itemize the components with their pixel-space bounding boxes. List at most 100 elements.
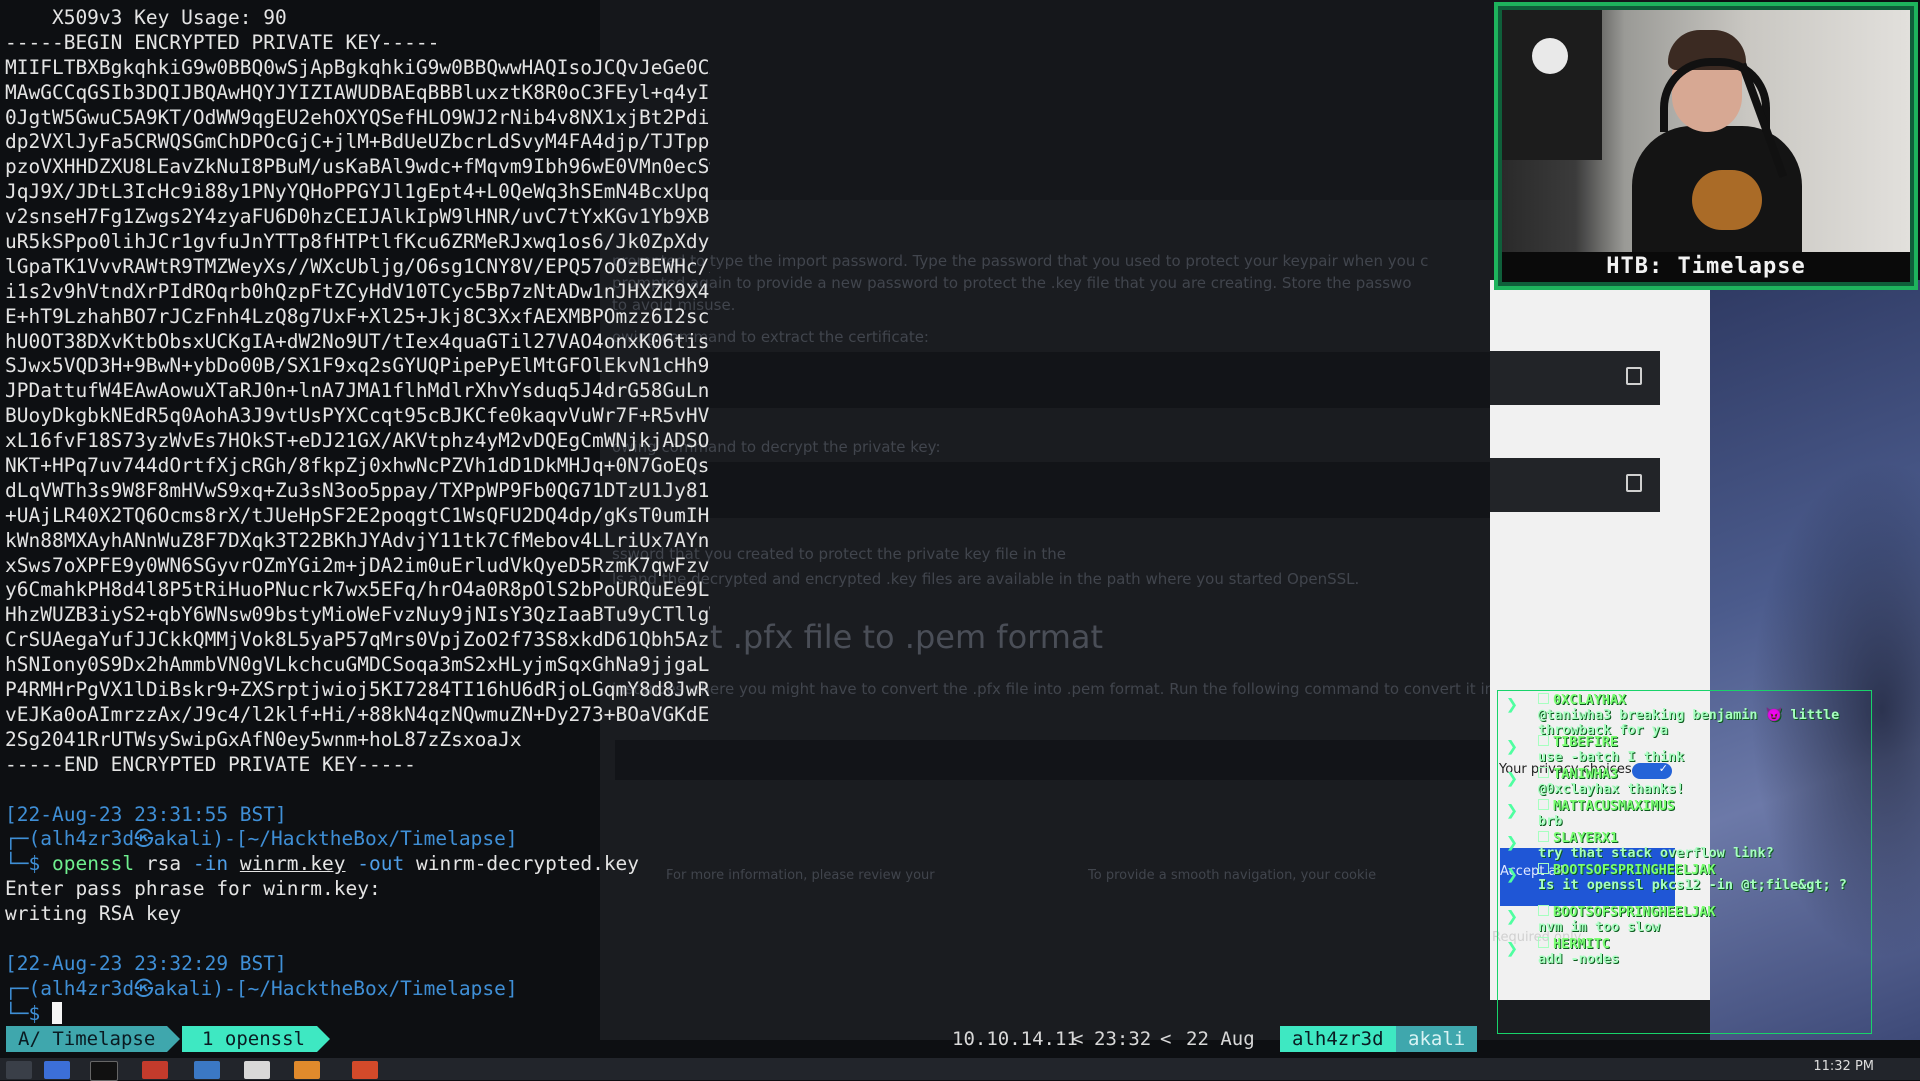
terminal-line: i1s2v9hVtndXrPIdROqrb0hQzpFtZCyHdV10TCyc…: [5, 280, 710, 305]
command-arg: [228, 852, 240, 875]
terminal-line: X509v3 Key Usage: 90: [5, 6, 710, 31]
terminal-line: kWn88MXAyhANnWuZ8F7DXqk3T22BKhJYAdvjY11t…: [5, 529, 710, 554]
burpsuite-icon[interactable]: [294, 1061, 320, 1079]
terminal-text: HhzWUZB3iyS2+qbY6WNsw09bstyMioWeFvzNuy9j…: [5, 603, 710, 627]
workspace-icon[interactable]: [44, 1061, 70, 1079]
chevron-right-icon: ❯: [1506, 766, 1519, 790]
stream-title: HTB: Timelapse: [1502, 252, 1910, 282]
tmux-window-tab-active[interactable]: 1 openssl: [182, 1026, 330, 1052]
status-ip: 10.10.14.11: [952, 1028, 1078, 1050]
terminal-text: +UAjLR40X2TQ6Ocms8rX/tJUeHpSF2E2poqgtC1W…: [5, 503, 710, 527]
chat-text: try that stack overflow link?: [1538, 845, 1774, 861]
terminal-line: vEJKa0oAImrzzAx/J9c4/l2klf+Hi/+88kN4qzNQ…: [5, 703, 710, 728]
terminal-window[interactable]: X509v3 Key Usage: 90 -----BEGIN ENCRYPTED…: [0, 0, 710, 1040]
terminal-line: xL16fvF18S73yzWvEs7HOkST+eDJ21GX/AKVtphz…: [5, 429, 710, 454]
terminal-text: hU0OT38DXvKtbObsxUCKgIA+dW2No9UT/tIex4qu…: [5, 329, 710, 353]
terminal-text: BUoyDkgbkNEdR5q0AohA3J9vtUsPYXCcqt95cBJK…: [5, 404, 710, 428]
terminal-text: 0JgtW5GwuC5A9KT/OdWW9qgEU2ehOXYQSefHLO9W…: [5, 105, 710, 129]
terminal-line: E+hT9LzhahBO7rJCzFnh4LzQ8g7UxF+Xl25+Jkj8…: [5, 305, 710, 330]
terminal-line: pzoVXHHDZXU8LEavZkNuI8PBuM/usKaBAl9wdc+f…: [5, 155, 710, 180]
terminal-text: -----BEGIN ENCRYPTED PRIVATE KEY-----: [5, 30, 440, 54]
terminal-line: [22-Aug-23 23:32:29 BST]: [5, 952, 710, 977]
terminal-text: uR5kSPpo0lihJCr1gvfuJnYTTp8fHTPtlfKcu6ZR…: [5, 230, 710, 254]
chat-username-text: 0XCLAYHAX: [1553, 692, 1627, 708]
chat-message: ❯ BOOTSOFSPRINGHEELJAK Is it openssl pkcs1…: [1506, 863, 1866, 893]
terminal-line: P4RMHrPgVX1lDiBskr9+ZXSrptjwioj5KI7284TI…: [5, 678, 710, 703]
terminal-line: y6CmahkPH8d4l8P5tRiHuoPNucrk7wx5EFq/hrO4…: [5, 578, 710, 603]
copy-icon[interactable]: [1626, 367, 1642, 385]
terminal-text: kWn88MXAyhANnWuZ8F7DXqk3T22BKhJYAdvjY11t…: [5, 528, 710, 552]
terminal-text: i1s2v9hVtndXrPIdROqrb0hQzpFtZCyHdV10TCyc…: [5, 279, 710, 303]
cookie-text: To provide a smooth navigation, your coo…: [1088, 868, 1377, 883]
terminal-text: vEJKa0oAImrzzAx/J9c4/l2klf+Hi/+88kN4qzNQ…: [5, 702, 710, 726]
chat-badge-icon: [1538, 937, 1549, 948]
chat-badge-icon: [1538, 831, 1549, 842]
status-date: 22 Aug: [1186, 1028, 1255, 1050]
status-host: akali: [1396, 1026, 1478, 1052]
chat-badge-icon: [1538, 767, 1549, 778]
terminal-line: lGpaTK1VvvRAWtR9TMZWeyXs//WXcUbljg/O6sg1…: [5, 255, 710, 280]
terminal-line: hU0OT38DXvKtbObsxUCKgIA+dW2No9UT/tIex4qu…: [5, 330, 710, 355]
terminal-line: [22-Aug-23 23:31:55 BST]: [5, 803, 710, 828]
terminal-line: xSws7oXPFE9y0WN6SGyvrOZmYGi2m+jDA2im0uEr…: [5, 554, 710, 579]
terminal-text: CrSUAegaYufJJCkkQMMjVok8L5yaP57qMrs0VpjZ…: [5, 628, 710, 652]
skull-icon: [1532, 38, 1568, 74]
chat-username-text: BOOTSOFSPRINGHEELJAK: [1553, 904, 1716, 920]
crt-icon[interactable]: [142, 1061, 168, 1079]
chevron-right-icon: ❯: [1506, 798, 1519, 822]
status-separator: <: [1072, 1028, 1084, 1050]
chat-text: @0xclayhax thanks!: [1538, 781, 1685, 797]
status-time: 23:32: [1094, 1028, 1152, 1050]
chat-message: ❯ TANIWHA3 @0xclayhax thanks!: [1506, 767, 1866, 797]
terminal-line: NKT+HPq7uv744dOrtfXjcRGh/8fkpZj0xhwNcPZV…: [5, 454, 710, 479]
command-arg: -in: [192, 852, 229, 876]
chat-text: nvm im too slow: [1538, 919, 1660, 935]
terminal-text: X509v3 Key Usage: 90: [5, 6, 287, 29]
terminal-line: +UAjLR40X2TQ6Ocms8rX/tJUeHpSF2E2poqgtC1W…: [5, 504, 710, 529]
copy-icon[interactable]: [1626, 474, 1642, 492]
chat-username-text: TANIWHA3: [1553, 766, 1619, 782]
terminal-text: [22-Aug-23 23:32:29 BST]: [5, 951, 287, 975]
terminal-text: writing RSA key: [5, 902, 182, 926]
command-arg: [346, 852, 358, 875]
chat-badge-icon: [1538, 905, 1549, 916]
terminal-line: MIIFLTBXBgkqhkiG9w0BBQ0wSjApBgkqhkiG9w0B…: [5, 56, 710, 81]
terminal-line: └─$ openssl rsa -in winrm.key -out winrm…: [5, 852, 710, 877]
chat-text: Is it openssl pkcs12 -in @t;file&gt; ?: [1538, 877, 1847, 893]
terminal-line: HhzWUZB3iyS2+qbY6WNsw09bstyMioWeFvzNuy9j…: [5, 603, 710, 628]
chat-text: use -batch I think: [1538, 749, 1685, 765]
terminal-text: [22-Aug-23 23:31:55 BST]: [5, 802, 287, 826]
folder-icon[interactable]: [194, 1061, 220, 1079]
terminal-text: -----END ENCRYPTED PRIVATE KEY-----: [5, 752, 416, 776]
chat-username: SLAYERX1: [1538, 831, 1866, 846]
chat-badge-icon: [1538, 863, 1549, 874]
terminal-text: pzoVXHHDZXU8LEavZkNuI8PBuM/usKaBAl9wdc+f…: [5, 155, 710, 179]
chat-text: add -nodes: [1538, 951, 1620, 967]
terminal-icon[interactable]: [90, 1061, 118, 1081]
terminal-line: JqJ9X/JDtL3IcHc9i88y1PNyYQHoPPGYJl1gEpt4…: [5, 180, 710, 205]
file-icon[interactable]: [244, 1061, 270, 1079]
terminal-line: └─$: [5, 1001, 710, 1027]
terminal-line: SJwx5VQD3H+9BwN+ybDo00B/SX1F9xq2sGYUQPip…: [5, 354, 710, 379]
terminal-text: dLqVWTh3s9W8F8mHVwS9xq+Zu3sN3oo5ppay/TXP…: [5, 478, 710, 502]
terminal-line: BUoyDkgbkNEdR5q0AohA3J9vtUsPYXCcqt95cBJK…: [5, 404, 710, 429]
terminal-text: hSNIony0S9Dx2hAmmbVN0gVLkchcuGMDCSoqa3mS…: [5, 653, 710, 677]
chevron-right-icon: ❯: [1506, 692, 1519, 716]
tmux-status-bar: A/ Timelapse 1 openssl 10.10.14.11 < 23:…: [0, 1026, 1490, 1052]
stream-chat: ❯ 0XCLAYHAX @taniwha3 breaking benjamin 😈 …: [1497, 690, 1872, 1034]
chevron-right-icon: ❯: [1506, 734, 1519, 758]
terminal-line: writing RSA key: [5, 902, 710, 927]
tmux-window-tab[interactable]: A/ Timelapse: [6, 1026, 181, 1052]
chat-username-text: MATTACUSMAXIMUS: [1553, 798, 1675, 814]
terminal-cursor[interactable]: [51, 1001, 62, 1024]
kali-menu-icon[interactable]: [6, 1061, 32, 1079]
terminal-line: -----END ENCRYPTED PRIVATE KEY-----: [5, 753, 710, 778]
webcam-overlay: HTB: Timelapse: [1494, 2, 1918, 290]
terminal-line: hSNIony0S9Dx2hAmmbVN0gVLkchcuGMDCSoqa3mS…: [5, 653, 710, 678]
command-name: openssl: [51, 852, 135, 876]
app-icon[interactable]: [352, 1061, 378, 1079]
terminal-line: dp2VXlJyFa5CRWQSGmChDPOcGjC+jlM+BdUeUZbc…: [5, 130, 710, 155]
terminal-line: 0JgtW5GwuC5A9KT/OdWW9qgEU2ehOXYQSefHLO9W…: [5, 106, 710, 131]
